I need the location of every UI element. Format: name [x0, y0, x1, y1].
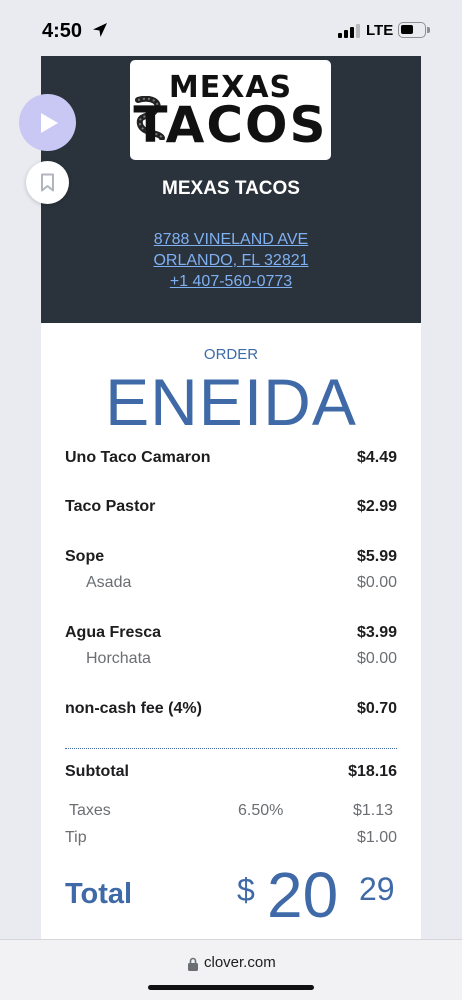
modifier-price: $0.00 — [356, 574, 397, 591]
cellular-signal-icon — [338, 24, 360, 38]
taxes-row: Taxes 6.50% $1.13 — [65, 802, 397, 824]
total-cents: 29 — [359, 871, 395, 907]
url-text: clover.com — [204, 954, 276, 971]
modifier-name: Asada — [86, 574, 132, 591]
dotted-divider — [65, 748, 397, 749]
total-currency: $ — [237, 872, 255, 908]
bookmark-icon — [41, 173, 54, 192]
line-item: Agua Fresca $3.99 — [65, 624, 397, 646]
phone-link[interactable]: +1 407-560-0773 — [41, 273, 421, 291]
order-name: ENEIDA — [105, 365, 357, 439]
item-name: Sope — [65, 548, 105, 565]
receipt-header: MEXAS TACOS MEXAS TACOS 8788 VINELAND AV… — [41, 56, 421, 323]
subtotal-row: Subtotal $18.16 — [65, 763, 397, 785]
lock-icon — [188, 957, 198, 971]
item-name: Taco Pastor — [65, 498, 156, 515]
battery-icon — [398, 22, 430, 38]
tip-amount: $1.00 — [356, 829, 397, 846]
item-price: $5.99 — [356, 548, 397, 565]
play-icon — [41, 113, 58, 133]
tip-row: Tip $1.00 — [65, 829, 397, 851]
item-modifier: Asada $0.00 — [65, 574, 397, 596]
line-item: Uno Taco Camaron $4.49 — [65, 449, 397, 471]
status-bar: 4:50 LTE — [0, 0, 462, 56]
order-label: ORDER — [203, 346, 259, 363]
item-price: $0.70 — [356, 700, 397, 717]
tip-label: Tip — [65, 829, 87, 846]
item-name: Uno Taco Camaron — [65, 449, 211, 466]
modifier-price: $0.00 — [356, 650, 397, 667]
business-name: MEXAS TACOS — [162, 178, 300, 199]
network-type: LTE — [366, 22, 394, 39]
line-item: non-cash fee (4%) $0.70 — [65, 700, 397, 722]
subtotal-amount: $18.16 — [348, 763, 397, 780]
item-name: non-cash fee (4%) — [65, 700, 202, 717]
receipt: MEXAS TACOS MEXAS TACOS 8788 VINELAND AV… — [41, 56, 421, 940]
total-dollars: 20 — [267, 859, 339, 931]
tax-rate: 6.50% — [238, 802, 284, 819]
logo-word-tacos: TACOS — [133, 96, 328, 154]
address-line2-link[interactable]: ORLANDO, FL 32821 — [41, 252, 421, 270]
item-price: $2.99 — [356, 498, 397, 515]
item-name: Agua Fresca — [65, 624, 162, 641]
taxes-amount: $1.13 — [352, 802, 393, 819]
item-price: $3.99 — [356, 624, 397, 641]
home-indicator — [148, 985, 314, 990]
taxes-label: Taxes — [69, 802, 111, 819]
modifier-name: Horchata — [86, 650, 151, 667]
location-arrow-icon — [93, 23, 107, 37]
play-button[interactable] — [19, 94, 76, 151]
total-label: Total — [65, 878, 133, 910]
subtotal-label: Subtotal — [65, 763, 129, 780]
line-item: Sope $5.99 — [65, 548, 397, 570]
status-time: 4:50 — [42, 20, 83, 42]
line-item: Taco Pastor $2.99 — [65, 498, 397, 520]
address-line1-link[interactable]: 8788 VINELAND AVE — [41, 231, 421, 249]
bookmark-button[interactable] — [26, 161, 69, 204]
browser-address-bar[interactable]: clover.com — [0, 939, 462, 1000]
item-price: $4.49 — [356, 449, 397, 466]
item-modifier: Horchata $0.00 — [65, 650, 397, 672]
business-logo: MEXAS TACOS — [130, 60, 331, 160]
